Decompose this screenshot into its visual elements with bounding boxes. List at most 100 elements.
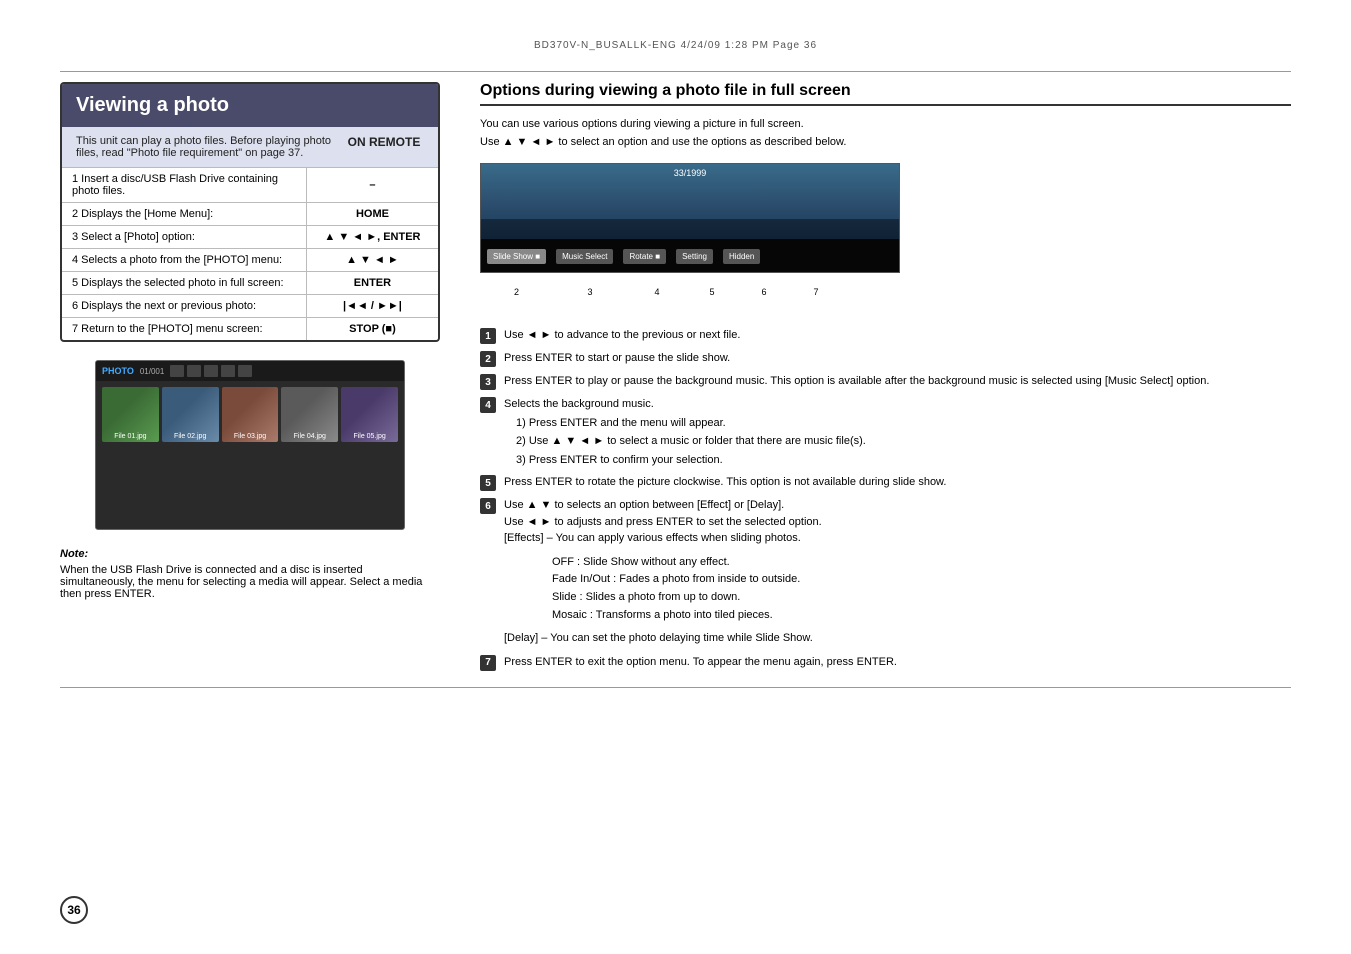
photo-thumbnail: File 02.jpg bbox=[162, 387, 219, 442]
item-main-text: Press ENTER to rotate the picture clockw… bbox=[504, 474, 1291, 491]
top-rule bbox=[60, 71, 1291, 72]
setting-btn[interactable]: Setting bbox=[676, 249, 713, 264]
section-title: Viewing a photo bbox=[62, 84, 438, 127]
step-remote: |◄◄ / ►►| bbox=[306, 295, 438, 318]
btn-label-6: 6 bbox=[741, 287, 787, 297]
btn-label-2: 2 bbox=[484, 287, 549, 297]
numbered-item: 6 Use ▲ ▼ to selects an option between [E… bbox=[480, 497, 1291, 648]
photo-label: PHOTO bbox=[102, 366, 134, 376]
item-number-badge: 2 bbox=[480, 351, 496, 367]
step-action: 3 Select a [Photo] option: bbox=[62, 226, 306, 249]
note-text: When the USB Flash Drive is connected an… bbox=[60, 564, 440, 600]
page-number: 36 bbox=[60, 896, 88, 924]
rotate-btn[interactable]: Rotate ■ bbox=[623, 249, 666, 264]
bottom-rule bbox=[60, 687, 1291, 688]
note-title: Note: bbox=[60, 548, 440, 560]
thumb-label: File 05.jpg bbox=[341, 433, 398, 440]
section-description: This unit can play a photo files. Before… bbox=[76, 135, 334, 159]
on-remote-label: ON REMOTE bbox=[344, 135, 424, 149]
item-text: Press ENTER to rotate the picture clockw… bbox=[504, 474, 1291, 491]
note-section: Note: When the USB Flash Drive is connec… bbox=[60, 548, 440, 600]
step-action: 1 Insert a disc/USB Flash Drive containi… bbox=[62, 168, 306, 203]
slideshow-btn[interactable]: Slide Show ■ bbox=[487, 249, 546, 264]
extra-item: Fade In/Out : Fades a photo from inside … bbox=[552, 571, 1291, 589]
item-number-badge: 6 bbox=[480, 498, 496, 514]
hidden-btn[interactable]: Hidden bbox=[723, 249, 760, 264]
step-row: 6 Displays the next or previous photo:|◄… bbox=[62, 295, 438, 318]
step-row: 4 Selects a photo from the [PHOTO] menu:… bbox=[62, 249, 438, 272]
btn-label-3: 3 bbox=[555, 287, 625, 297]
toolbar-icon bbox=[204, 365, 218, 377]
fullscreen-preview-container: 1 33/1999 Slide Show ■ Music Select Rota… bbox=[480, 163, 1291, 297]
step-remote: STOP (■) bbox=[306, 318, 438, 341]
numbered-item: 3 Press ENTER to play or pause the backgr… bbox=[480, 373, 1291, 390]
toolbar-icon bbox=[221, 365, 235, 377]
item-text: Press ENTER to play or pause the backgro… bbox=[504, 373, 1291, 390]
thumb-label: File 04.jpg bbox=[281, 433, 338, 440]
step-row: 3 Select a [Photo] option:▲ ▼ ◄ ►, ENTER bbox=[62, 226, 438, 249]
item-number-badge: 3 bbox=[480, 374, 496, 390]
step-remote: HOME bbox=[306, 203, 438, 226]
step-remote: ▲ ▼ ◄ ►, ENTER bbox=[306, 226, 438, 249]
photo-background: 33/1999 bbox=[481, 164, 899, 239]
toolbar-icon bbox=[187, 365, 201, 377]
item-text: Use ▲ ▼ to selects an option between [Ef… bbox=[504, 497, 1291, 648]
button-number-labels: 2 3 4 5 6 7 bbox=[480, 287, 1291, 297]
step-remote: ▲ ▼ ◄ ► bbox=[306, 249, 438, 272]
fullscreen-preview: 1 33/1999 Slide Show ■ Music Select Rota… bbox=[480, 163, 900, 273]
btn-label-7: 7 bbox=[793, 287, 839, 297]
options-title: Options during viewing a photo file in f… bbox=[480, 82, 1291, 106]
item-main-text: Use ◄ ► to advance to the previous or ne… bbox=[504, 327, 1291, 344]
numbered-item: 4Selects the background music.1) Press E… bbox=[480, 396, 1291, 468]
step-action: 4 Selects a photo from the [PHOTO] menu: bbox=[62, 249, 306, 272]
item-text: Selects the background music. 1) Press EN… bbox=[504, 396, 1291, 468]
item-text: Use ◄ ► to advance to the previous or ne… bbox=[504, 327, 1291, 344]
toolbar-icon bbox=[170, 365, 184, 377]
toolbar-icons bbox=[170, 365, 252, 377]
step-remote: – bbox=[306, 168, 438, 203]
print-info: BD370V-N_BUSALLK-ENG 4/24/09 1:28 PM Pag… bbox=[60, 40, 1291, 51]
photo-thumbnail: File 03.jpg bbox=[222, 387, 279, 442]
intro-line1: You can use various options during viewi… bbox=[480, 116, 1291, 134]
step-row: 2 Displays the [Home Menu]:HOME bbox=[62, 203, 438, 226]
item-text: Press ENTER to start or pause the slide … bbox=[504, 350, 1291, 367]
step-row: 1 Insert a disc/USB Flash Drive containi… bbox=[62, 168, 438, 203]
numbered-item: 7 Press ENTER to exit the option menu. To… bbox=[480, 654, 1291, 671]
item-number-badge: 1 bbox=[480, 328, 496, 344]
step-row: 7 Return to the [PHOTO] menu screen:STOP… bbox=[62, 318, 438, 341]
music-select-btn[interactable]: Music Select bbox=[556, 249, 613, 264]
btn-label-5: 5 bbox=[689, 287, 735, 297]
extra-item: Slide : Slides a photo from up to down. bbox=[552, 589, 1291, 607]
item-main-text: Press ENTER to exit the option menu. To … bbox=[504, 654, 1291, 671]
item-main-text: Press ENTER to play or pause the backgro… bbox=[504, 373, 1291, 390]
sub-item: 1) Press ENTER and the menu will appear. bbox=[516, 415, 1291, 432]
toolbar-icon bbox=[238, 365, 252, 377]
item-main-text: Selects the background music. bbox=[504, 396, 1291, 413]
photo-count: 01/001 bbox=[140, 367, 164, 376]
item-text: Press ENTER to exit the option menu. To … bbox=[504, 654, 1291, 671]
thumb-label: File 03.jpg bbox=[222, 433, 279, 440]
step-row: 5 Displays the selected photo in full sc… bbox=[62, 272, 438, 295]
item-number-badge: 5 bbox=[480, 475, 496, 491]
sub-item: 3) Press ENTER to confirm your selection… bbox=[516, 452, 1291, 469]
right-column: Options during viewing a photo file in f… bbox=[480, 82, 1291, 677]
photo-grid: File 01.jpg File 02.jpg File 03.jpg File… bbox=[96, 381, 404, 448]
item-number-badge: 7 bbox=[480, 655, 496, 671]
section-desc-area: This unit can play a photo files. Before… bbox=[62, 127, 438, 167]
extra-item: [Effects] – You can apply various effect… bbox=[504, 530, 1291, 548]
photo-thumbnail: File 05.jpg bbox=[341, 387, 398, 442]
extra-item: Use ◄ ► to adjusts and press ENTER to se… bbox=[504, 514, 1291, 531]
item-main-text: Press ENTER to start or pause the slide … bbox=[504, 350, 1291, 367]
extra-item: Mosaic : Transforms a photo into tiled p… bbox=[552, 607, 1291, 625]
left-column: Viewing a photo This unit can play a pho… bbox=[60, 82, 440, 677]
numbered-item: 5 Press ENTER to rotate the picture clock… bbox=[480, 474, 1291, 491]
steps-table: 1 Insert a disc/USB Flash Drive containi… bbox=[62, 167, 438, 340]
item-main-text: Use ▲ ▼ to selects an option between [Ef… bbox=[504, 497, 1291, 514]
thumb-label: File 02.jpg bbox=[162, 433, 219, 440]
photo-overlay bbox=[481, 219, 899, 239]
photo-thumbnail: File 01.jpg bbox=[102, 387, 159, 442]
photo-toolbar: PHOTO 01/001 bbox=[96, 361, 404, 381]
photo-thumbnail: File 04.jpg bbox=[281, 387, 338, 442]
photo-counter: 33/1999 bbox=[674, 168, 707, 178]
step-action: 6 Displays the next or previous photo: bbox=[62, 295, 306, 318]
